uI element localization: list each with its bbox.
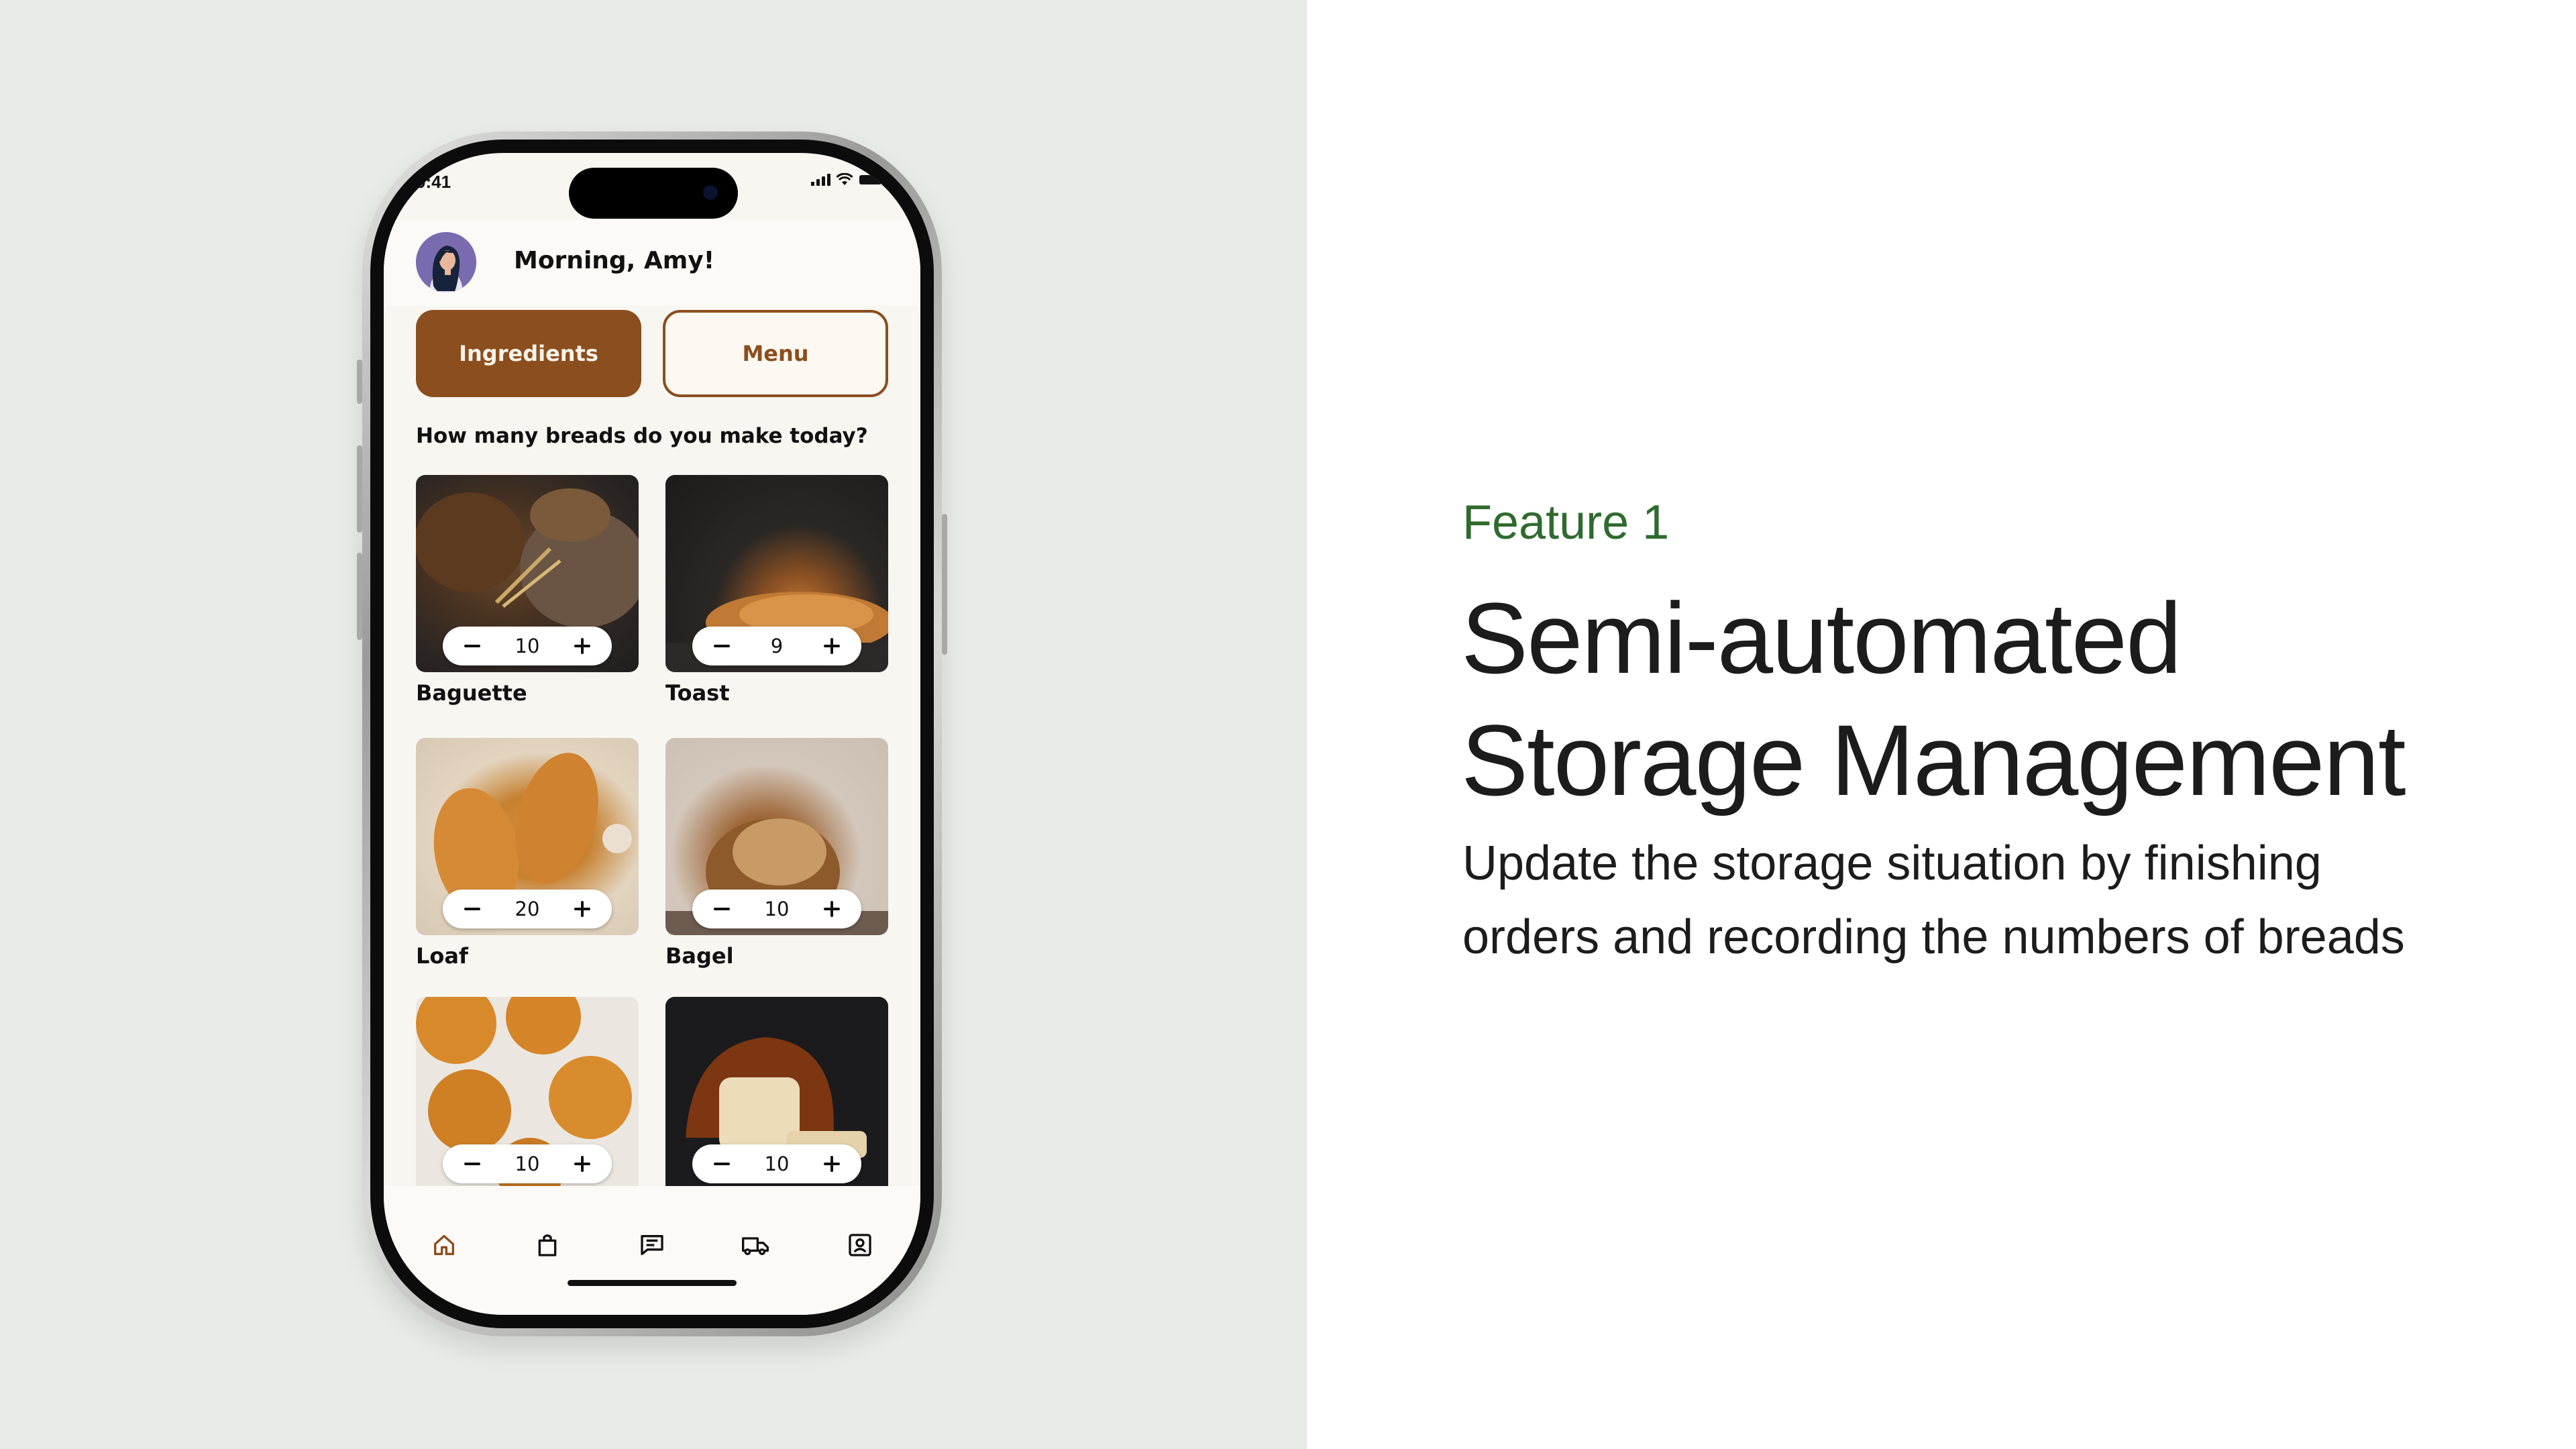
truck-icon[interactable] xyxy=(737,1226,774,1264)
bread-card-baguette: 10 Baguette xyxy=(416,475,639,707)
feature-title-line2: Storage Management xyxy=(1461,704,2406,816)
quantity-value[interactable]: 9 xyxy=(771,635,783,657)
bread-name: Loaf xyxy=(416,943,468,969)
bottom-tab-bar xyxy=(384,1186,920,1315)
dynamic-island xyxy=(569,168,738,219)
bread-card-bagel: 10 Bagel xyxy=(665,738,888,970)
decrement-button[interactable] xyxy=(458,1149,487,1179)
quantity-value[interactable]: 10 xyxy=(515,1152,540,1175)
quantity-value[interactable]: 10 xyxy=(765,898,790,920)
profile-icon[interactable] xyxy=(841,1226,879,1264)
chat-icon[interactable] xyxy=(633,1226,671,1264)
quantity-stepper: 20 xyxy=(443,890,612,928)
home-indicator xyxy=(568,1280,737,1286)
feature-title: Semi-automated Storage Management xyxy=(1461,577,2534,821)
avatar-illustration xyxy=(416,232,476,292)
feature-label: Feature 1 xyxy=(1462,496,1670,549)
left-panel: 9:41 Morning, Amy! Ingredients Menu How … xyxy=(0,0,1307,1449)
decrement-button[interactable] xyxy=(458,894,487,924)
increment-button[interactable] xyxy=(817,631,847,661)
decrement-button[interactable] xyxy=(458,631,487,661)
quantity-value[interactable]: 10 xyxy=(515,635,540,657)
battery-icon xyxy=(859,175,885,184)
quantity-stepper: 10 xyxy=(443,627,612,665)
quantity-stepper: 10 xyxy=(692,890,861,928)
action-button xyxy=(357,360,362,404)
ingredients-button[interactable]: Ingredients xyxy=(416,310,641,397)
increment-button[interactable] xyxy=(817,1149,847,1179)
status-icons xyxy=(811,173,885,186)
bread-name: Baguette xyxy=(416,680,527,706)
camera-icon xyxy=(703,185,718,200)
bread-image: 10 xyxy=(416,475,639,672)
quantity-value[interactable]: 10 xyxy=(765,1152,790,1175)
increment-button[interactable] xyxy=(568,894,597,924)
bread-image: 10 xyxy=(665,738,888,935)
volume-down-button xyxy=(357,553,362,640)
increment-button[interactable] xyxy=(568,631,597,661)
status-time: 9:41 xyxy=(416,172,451,192)
question-text: How many breads do you make today? xyxy=(416,424,868,448)
feature-desc-line1: Update the storage situation by finishin… xyxy=(1462,837,2322,890)
increment-button[interactable] xyxy=(568,1149,597,1179)
bread-card-brioche: 10 xyxy=(665,997,888,1194)
wifi-icon xyxy=(836,173,853,185)
bag-icon[interactable] xyxy=(529,1226,566,1264)
header: Morning, Amy! xyxy=(384,220,920,306)
phone-mockup: 9:41 Morning, Amy! Ingredients Menu How … xyxy=(357,131,947,1336)
quantity-stepper: 10 xyxy=(443,1144,612,1183)
home-icon[interactable] xyxy=(425,1226,463,1264)
power-button xyxy=(942,514,947,655)
bread-image: 20 xyxy=(416,738,639,935)
quantity-value[interactable]: 20 xyxy=(515,898,540,920)
quantity-stepper: 9 xyxy=(692,627,861,665)
avatar[interactable] xyxy=(416,232,476,292)
bread-name: Toast xyxy=(665,680,730,706)
phone-screen: 9:41 Morning, Amy! Ingredients Menu How … xyxy=(384,153,920,1315)
volume-up-button xyxy=(357,445,362,533)
feature-description: Update the storage situation by finishin… xyxy=(1462,826,2563,974)
feature-desc-line2: orders and recording the numbers of brea… xyxy=(1462,910,2405,964)
bread-image: 10 xyxy=(665,997,888,1194)
cellular-signal-icon xyxy=(811,174,830,186)
decrement-button[interactable] xyxy=(707,1149,737,1179)
bread-image: 9 xyxy=(665,475,888,672)
decrement-button[interactable] xyxy=(707,894,737,924)
increment-button[interactable] xyxy=(817,894,847,924)
bread-image: 10 xyxy=(416,997,639,1194)
bread-card-loaf: 20 Loaf xyxy=(416,738,639,970)
feature-title-line1: Semi-automated xyxy=(1461,582,2182,694)
bread-card-toast: 9 Toast xyxy=(665,475,888,707)
quantity-stepper: 10 xyxy=(692,1144,861,1183)
decrement-button[interactable] xyxy=(707,631,737,661)
slide: 9:41 Morning, Amy! Ingredients Menu How … xyxy=(0,0,2576,1449)
greeting-text: Morning, Amy! xyxy=(514,247,715,274)
menu-button[interactable]: Menu xyxy=(663,310,888,397)
bread-card-buns: 10 xyxy=(416,997,639,1194)
bread-name: Bagel xyxy=(665,943,734,969)
